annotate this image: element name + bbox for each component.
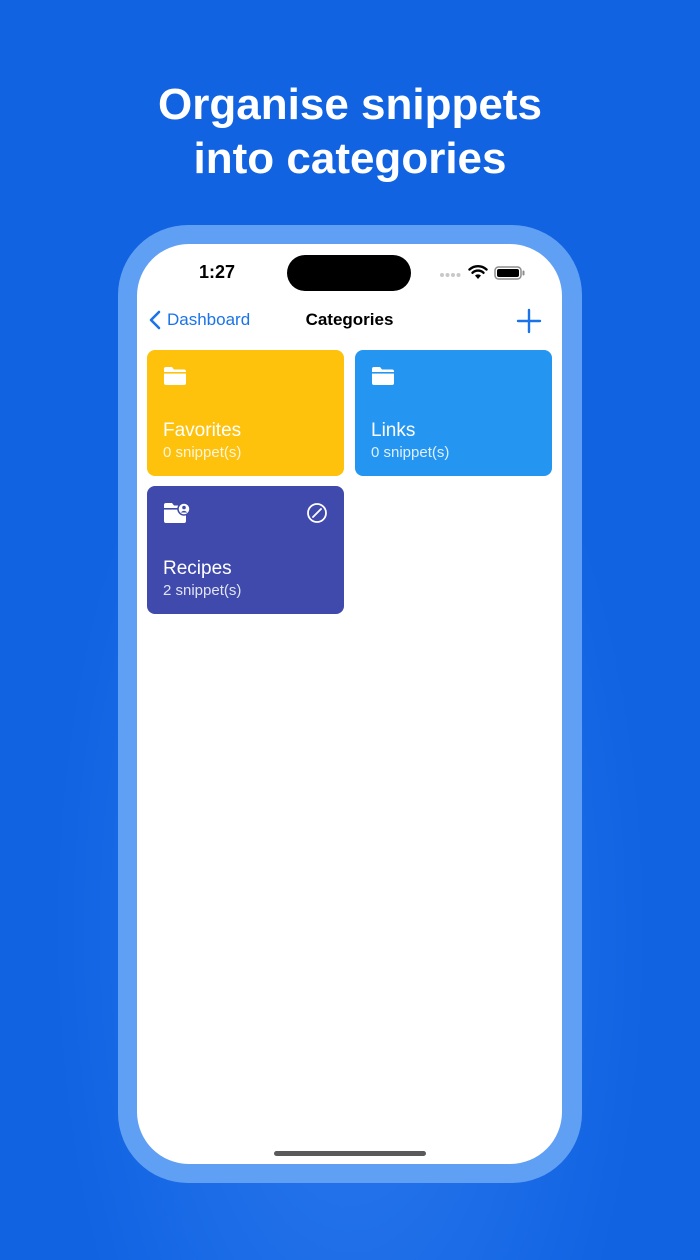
category-name: Favorites — [163, 420, 242, 441]
add-category-button[interactable] — [515, 307, 543, 335]
headline: Organise snippets into categories — [0, 78, 700, 186]
slash-circle-icon[interactable] — [306, 502, 328, 524]
page-title: Categories — [305, 310, 394, 329]
category-card-recipes[interactable]: Recipes 2 snippet(s) — [147, 486, 344, 614]
back-button-label: Dashboard — [167, 310, 251, 329]
category-count: 2 snippet(s) — [163, 582, 242, 599]
category-card-links[interactable]: Links 0 snippet(s) — [355, 350, 552, 476]
category-count: 0 snippet(s) — [163, 444, 242, 461]
back-button[interactable]: Dashboard — [149, 308, 250, 332]
category-card-favorites[interactable]: Favorites 0 snippet(s) — [147, 350, 344, 476]
battery-icon — [494, 266, 525, 280]
status-time: 1:27 — [199, 262, 236, 282]
dynamic-island — [287, 255, 411, 291]
category-name: Links — [371, 420, 416, 441]
shared-folder-icon — [164, 502, 191, 523]
headline-line-2: into categories — [193, 134, 507, 183]
folder-icon — [164, 367, 186, 385]
cellular-signal-icon — [440, 273, 461, 277]
phone-screen: 1:27 Dashboard Categories Favorites 0 sn… — [137, 244, 562, 1164]
chevron-left-icon — [149, 310, 161, 330]
category-count: 0 snippet(s) — [371, 444, 450, 461]
category-name: Recipes — [163, 558, 232, 579]
wifi-icon — [468, 265, 488, 279]
folder-icon — [372, 367, 394, 385]
home-indicator[interactable] — [274, 1151, 426, 1156]
headline-line-1: Organise snippets — [158, 80, 542, 129]
